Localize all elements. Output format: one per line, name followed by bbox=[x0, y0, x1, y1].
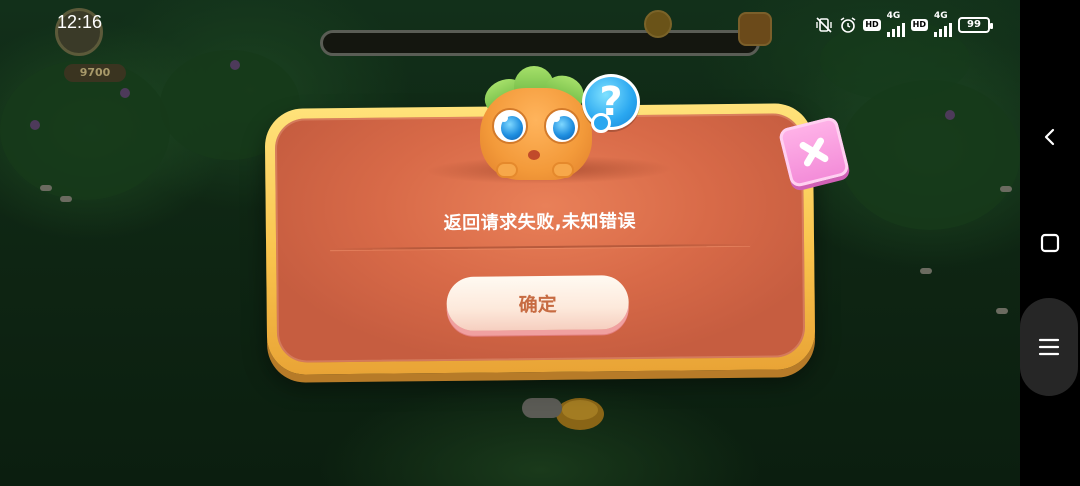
mascot-paw bbox=[496, 162, 518, 178]
hd-badge: HD bbox=[863, 18, 881, 31]
status-icons: HD 4G HD 4G 99 bbox=[815, 11, 993, 37]
mascot-left-eye bbox=[492, 108, 528, 144]
alarm-icon bbox=[840, 16, 856, 33]
question-mark-icon: ? bbox=[582, 74, 640, 133]
mascot-character bbox=[468, 66, 600, 184]
network-type-label: 4G bbox=[886, 11, 901, 21]
flower-decoration bbox=[120, 88, 130, 98]
signal-bars-icon bbox=[886, 21, 905, 37]
home-button[interactable] bbox=[1020, 223, 1080, 263]
coin-counter: 9700 bbox=[64, 64, 126, 82]
chevron-left-icon bbox=[1044, 128, 1055, 146]
petal-decoration bbox=[40, 185, 52, 191]
battery-icon: 99 bbox=[958, 16, 993, 33]
hd-badge: HD bbox=[910, 18, 928, 31]
navigation-rail bbox=[1020, 0, 1080, 486]
petal-decoration bbox=[1000, 186, 1012, 192]
flower-decoration bbox=[945, 110, 955, 120]
dialog-divider bbox=[330, 243, 751, 251]
mascot-paw bbox=[552, 162, 574, 178]
petal-decoration bbox=[920, 268, 932, 274]
flower-decoration bbox=[30, 120, 40, 130]
bush-decoration bbox=[840, 80, 1020, 230]
back-button[interactable] bbox=[1020, 117, 1080, 157]
signal-group-1: 4G bbox=[886, 11, 905, 37]
flower-decoration bbox=[230, 60, 240, 70]
square-icon bbox=[1040, 233, 1060, 253]
status-clock: 12:16 bbox=[57, 12, 103, 32]
vibrate-off-icon bbox=[816, 16, 833, 33]
hamburger-menu-icon bbox=[1038, 338, 1060, 356]
network-type-label: 4G bbox=[934, 11, 948, 21]
close-icon bbox=[799, 137, 829, 167]
confirm-button[interactable]: 确定 bbox=[446, 275, 629, 331]
mascot-mouth bbox=[528, 150, 540, 160]
status-bar: 12:16 HD 4G HD 4G 99 bbox=[0, 0, 1020, 46]
signal-group-2: 4G bbox=[934, 12, 952, 37]
petal-decoration bbox=[996, 308, 1008, 314]
mascot-right-eye bbox=[544, 108, 580, 144]
petal-decoration bbox=[60, 196, 72, 202]
menu-button[interactable] bbox=[1020, 298, 1078, 396]
watering-can-decoration bbox=[522, 398, 604, 430]
signal-bars-icon bbox=[934, 21, 952, 37]
error-message: 返回请求失败,未知错误 bbox=[443, 210, 637, 235]
